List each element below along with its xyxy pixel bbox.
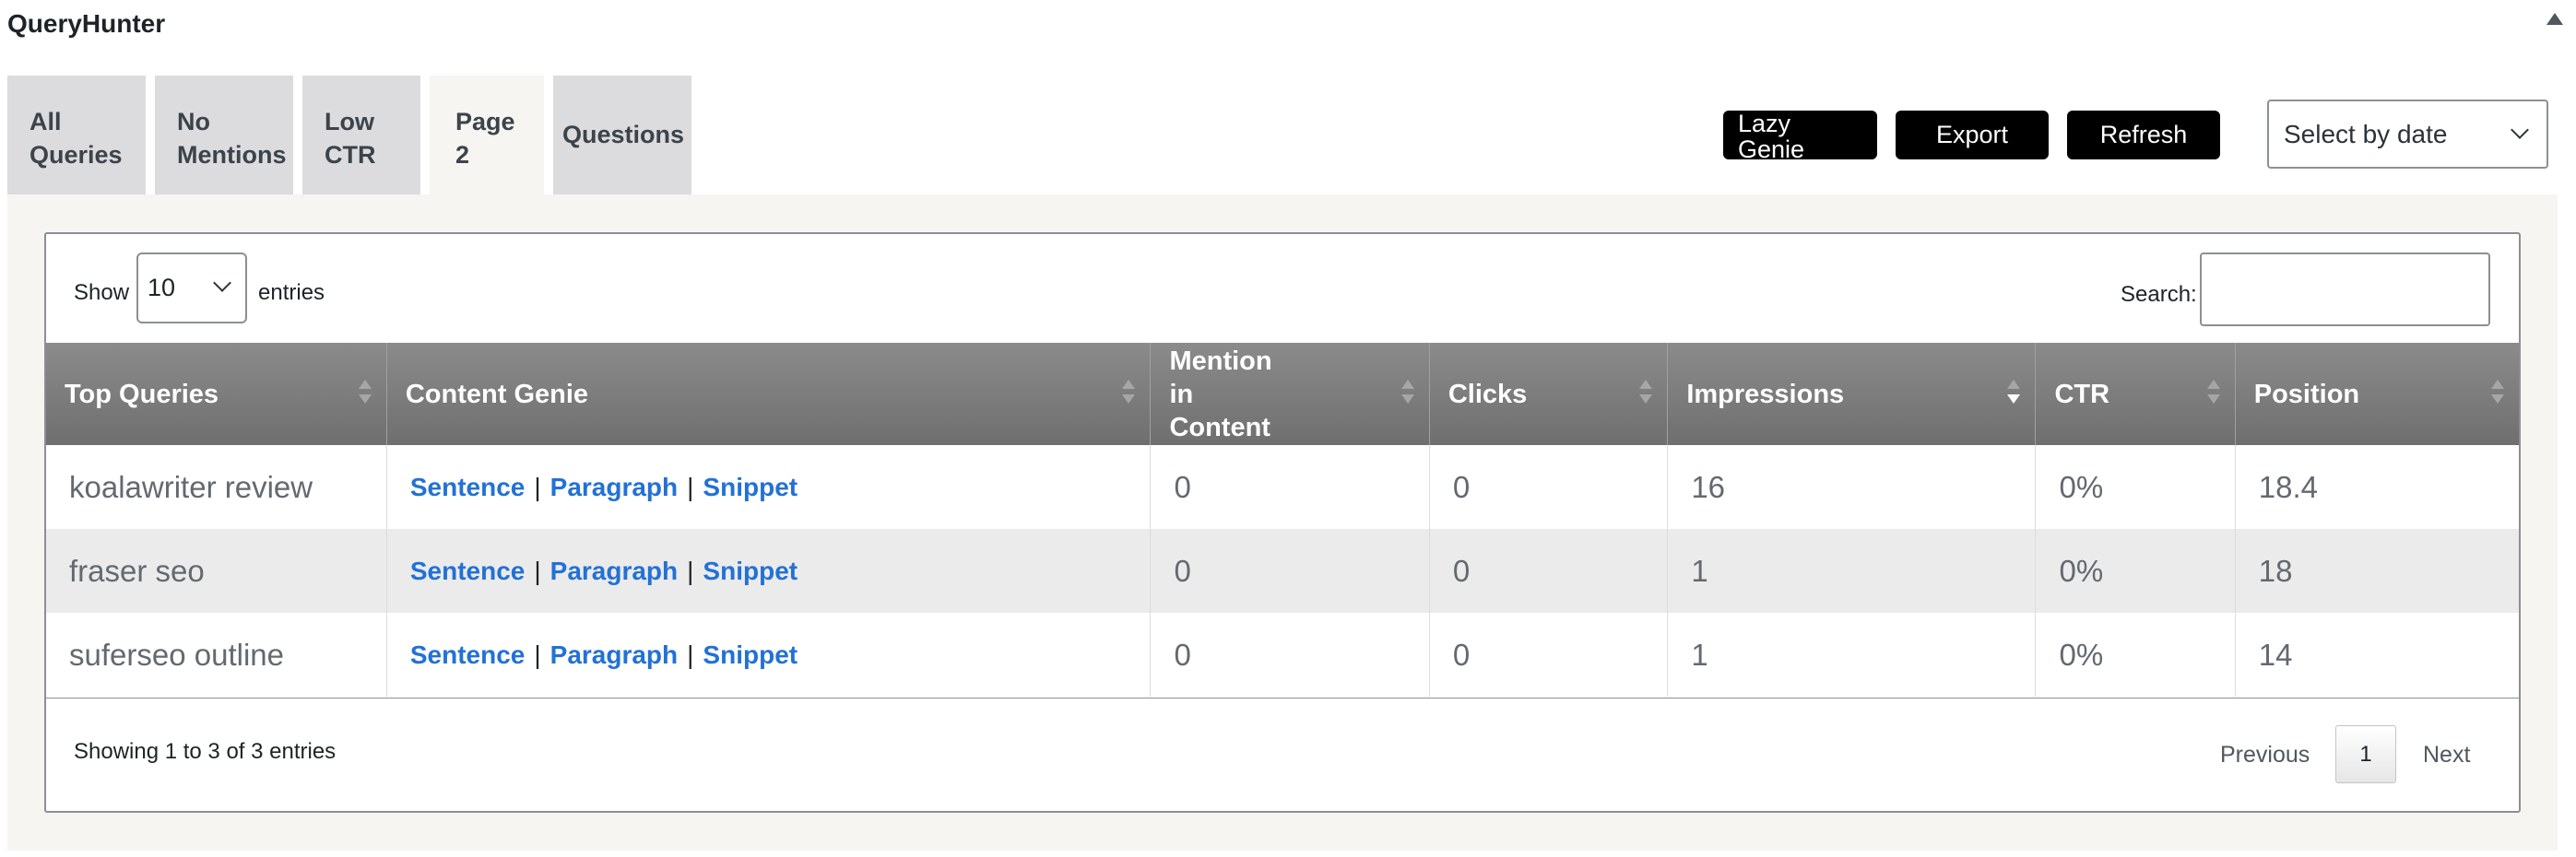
content-genie-cell: Sentence | Paragraph | Snippet bbox=[386, 445, 1152, 529]
snippet-link[interactable]: Snippet bbox=[703, 640, 798, 669]
column-header-label: Clicks bbox=[1448, 379, 1528, 409]
impressions-cell: 1 bbox=[1667, 613, 2037, 697]
column-header-top-queries[interactable]: Top Queries bbox=[46, 343, 387, 445]
column-header-label: CTR bbox=[2054, 379, 2110, 409]
query-cell: fraser seo bbox=[46, 529, 387, 613]
entries-label: entries bbox=[258, 280, 325, 305]
mentions-cell: 0 bbox=[1150, 445, 1430, 529]
tab-questions[interactable]: Questions bbox=[553, 76, 691, 194]
table-info: Showing 1 to 3 of 3 entries bbox=[74, 739, 337, 764]
table-row: koalawriter review Sentence | Paragraph | Sn… bbox=[46, 445, 2519, 529]
separator: | bbox=[687, 556, 694, 585]
ctr-cell: 0% bbox=[2035, 613, 2236, 697]
refresh-button[interactable]: Refresh bbox=[2067, 111, 2220, 159]
sentence-link[interactable]: Sentence bbox=[410, 473, 526, 501]
column-header-label: Content Genie bbox=[405, 379, 589, 409]
separator: | bbox=[534, 472, 541, 501]
snippet-link[interactable]: Snippet bbox=[703, 473, 798, 501]
sort-desc-icon bbox=[2007, 380, 2021, 407]
column-header-clicks[interactable]: Clicks bbox=[1429, 343, 1669, 445]
column-header-label: Top Queries bbox=[65, 379, 219, 409]
clicks-cell: 0 bbox=[1429, 445, 1669, 529]
column-header-label: Mention in Content bbox=[1169, 346, 1272, 442]
date-select[interactable]: Select by date bbox=[2267, 100, 2548, 169]
content-genie-cell: Sentence | Paragraph | Snippet bbox=[386, 613, 1152, 697]
sort-icon bbox=[1122, 380, 1136, 407]
tab-panel: Show 10 entries Search: Top Queries Cont… bbox=[7, 194, 2558, 851]
tab-bar: All Queries No Mentions Low CTR Page 2 Q… bbox=[7, 76, 691, 194]
column-header-label: Position bbox=[2253, 379, 2360, 409]
mentions-cell: 0 bbox=[1150, 613, 1430, 697]
column-header-label: Impressions bbox=[1686, 379, 1845, 409]
tab-all-queries[interactable]: All Queries bbox=[7, 76, 146, 194]
query-cell: koalawriter review bbox=[46, 445, 387, 529]
separator: | bbox=[687, 640, 694, 669]
table-header-row: Top Queries Content Genie Mention in Con… bbox=[46, 343, 2519, 445]
chevron-down-icon bbox=[213, 274, 231, 292]
column-header-impressions[interactable]: Impressions bbox=[1667, 343, 2037, 445]
mentions-cell: 0 bbox=[1150, 529, 1430, 613]
sort-icon bbox=[2491, 380, 2504, 407]
show-label: Show bbox=[74, 280, 130, 305]
separator: | bbox=[534, 556, 541, 585]
table-bottom-divider bbox=[46, 698, 2519, 699]
tab-no-mentions[interactable]: No Mentions bbox=[155, 76, 293, 194]
column-header-content-genie[interactable]: Content Genie bbox=[386, 343, 1152, 445]
snippet-link[interactable]: Snippet bbox=[703, 557, 798, 585]
tab-low-ctr[interactable]: Low CTR bbox=[302, 76, 420, 194]
sentence-link[interactable]: Sentence bbox=[410, 557, 526, 585]
sort-icon bbox=[1400, 380, 1414, 407]
position-cell: 18 bbox=[2235, 529, 2519, 613]
ctr-cell: 0% bbox=[2035, 445, 2236, 529]
column-header-mention-in-content[interactable]: Mention in Content bbox=[1150, 343, 1430, 445]
page-1-button[interactable]: 1 bbox=[2335, 725, 2396, 783]
content-genie-cell: Sentence | Paragraph | Snippet bbox=[386, 529, 1152, 613]
separator: | bbox=[687, 472, 694, 501]
app-title: QueryHunter bbox=[7, 9, 166, 38]
sort-icon bbox=[2206, 380, 2220, 407]
impressions-cell: 1 bbox=[1667, 529, 2037, 613]
sort-icon bbox=[358, 380, 372, 407]
entries-per-page-value: 10 bbox=[148, 274, 176, 301]
data-table-card: Show 10 entries Search: Top Queries Cont… bbox=[44, 232, 2521, 813]
query-cell: suferseo outline bbox=[46, 613, 387, 697]
position-cell: 14 bbox=[2235, 613, 2519, 697]
collapse-toggle-icon[interactable] bbox=[2546, 13, 2563, 25]
sort-icon bbox=[1639, 380, 1653, 407]
column-header-position[interactable]: Position bbox=[2235, 343, 2519, 445]
search-input[interactable] bbox=[2200, 252, 2490, 326]
table-row: suferseo outline Sentence | Paragraph | Snip… bbox=[46, 613, 2519, 697]
tab-page-2[interactable]: Page 2 bbox=[430, 76, 544, 194]
column-header-ctr[interactable]: CTR bbox=[2035, 343, 2236, 445]
separator: | bbox=[534, 640, 541, 669]
paragraph-link[interactable]: Paragraph bbox=[550, 640, 679, 669]
paragraph-link[interactable]: Paragraph bbox=[550, 473, 679, 501]
search-label: Search: bbox=[2121, 282, 2197, 307]
ctr-cell: 0% bbox=[2035, 529, 2236, 613]
clicks-cell: 0 bbox=[1429, 613, 1669, 697]
position-cell: 18.4 bbox=[2235, 445, 2519, 529]
date-select-value: Select by date bbox=[2284, 120, 2448, 148]
previous-page-button[interactable]: Previous bbox=[2220, 742, 2310, 769]
impressions-cell: 16 bbox=[1667, 445, 2037, 529]
chevron-down-icon bbox=[2511, 121, 2529, 139]
table-row: fraser seo Sentence | Paragraph | Snippet 0 … bbox=[46, 529, 2519, 613]
sentence-link[interactable]: Sentence bbox=[410, 640, 526, 669]
clicks-cell: 0 bbox=[1429, 529, 1669, 613]
paragraph-link[interactable]: Paragraph bbox=[550, 557, 679, 585]
next-page-button[interactable]: Next bbox=[2423, 742, 2470, 769]
queries-table: Top Queries Content Genie Mention in Con… bbox=[46, 343, 2519, 697]
lazy-genie-button[interactable]: Lazy Genie bbox=[1723, 111, 1877, 159]
entries-per-page-select[interactable]: 10 bbox=[136, 252, 247, 323]
export-button[interactable]: Export bbox=[1896, 111, 2049, 159]
